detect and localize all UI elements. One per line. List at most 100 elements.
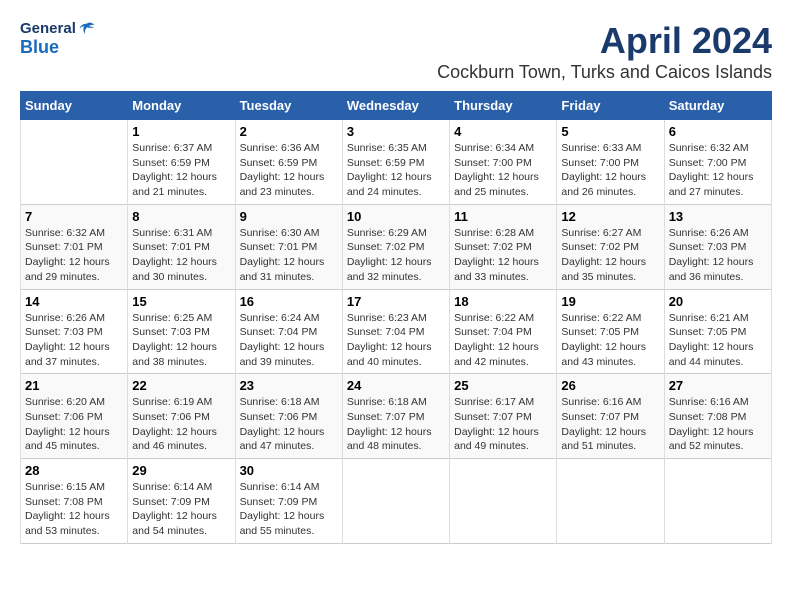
day-info: Sunrise: 6:35 AM Sunset: 6:59 PM Dayligh… — [347, 141, 445, 200]
day-info: Sunrise: 6:26 AM Sunset: 7:03 PM Dayligh… — [25, 311, 123, 370]
calendar-cell: 13Sunrise: 6:26 AM Sunset: 7:03 PM Dayli… — [664, 204, 771, 289]
calendar-cell: 16 Sunrise: 6:24 AM Sunset: 7:04 PM Dayli… — [235, 289, 342, 374]
day-number: 12 — [561, 209, 659, 224]
day-header-tuesday: Tuesday — [235, 92, 342, 120]
calendar-cell: 4 Sunrise: 6:34 AM Sunset: 7:00 PM Daylig… — [450, 120, 557, 205]
calendar-cell: 2 Sunrise: 6:36 AM Sunset: 6:59 PM Daylig… — [235, 120, 342, 205]
day-number: 17 — [347, 294, 445, 309]
calendar-cell: 3 Sunrise: 6:35 AM Sunset: 6:59 PM Daylig… — [342, 120, 449, 205]
week-row-1: 1Sunrise: 6:37 AM Sunset: 6:59 PM Daylig… — [21, 120, 772, 205]
day-header-saturday: Saturday — [664, 92, 771, 120]
logo: General Blue — [20, 20, 96, 58]
day-info: Sunrise: 6:30 AM Sunset: 7:01 PM Dayligh… — [240, 226, 338, 285]
calendar-cell: 27 Sunrise: 6:16 AM Sunset: 7:08 PM Dayli… — [664, 374, 771, 459]
month-year-title: April 2024 — [437, 20, 772, 62]
day-number: 10 — [347, 209, 445, 224]
day-number: 25 — [454, 378, 552, 393]
day-info: Sunrise: 6:21 AM Sunset: 7:05 PM Dayligh… — [669, 311, 767, 370]
day-info: Sunrise: 6:33 AM Sunset: 7:00 PM Dayligh… — [561, 141, 659, 200]
day-number: 24 — [347, 378, 445, 393]
calendar-cell: 9 Sunrise: 6:30 AM Sunset: 7:01 PM Daylig… — [235, 204, 342, 289]
day-number: 27 — [669, 378, 767, 393]
calendar-cell: 8Sunrise: 6:31 AM Sunset: 7:01 PM Daylig… — [128, 204, 235, 289]
calendar-cell: 24 Sunrise: 6:18 AM Sunset: 7:07 PM Dayli… — [342, 374, 449, 459]
day-info: Sunrise: 6:36 AM Sunset: 6:59 PM Dayligh… — [240, 141, 338, 200]
calendar-cell — [450, 459, 557, 544]
day-info: Sunrise: 6:32 AM Sunset: 7:01 PM Dayligh… — [25, 226, 123, 285]
day-number: 9 — [240, 209, 338, 224]
day-number: 2 — [240, 124, 338, 139]
day-info: Sunrise: 6:16 AM Sunset: 7:07 PM Dayligh… — [561, 395, 659, 454]
day-number: 14 — [25, 294, 123, 309]
day-number: 16 — [240, 294, 338, 309]
day-info: Sunrise: 6:29 AM Sunset: 7:02 PM Dayligh… — [347, 226, 445, 285]
calendar-cell: 23 Sunrise: 6:18 AM Sunset: 7:06 PM Dayli… — [235, 374, 342, 459]
day-number: 22 — [132, 378, 230, 393]
calendar-cell — [21, 120, 128, 205]
calendar-cell: 25Sunrise: 6:17 AM Sunset: 7:07 PM Dayli… — [450, 374, 557, 459]
day-number: 5 — [561, 124, 659, 139]
day-info: Sunrise: 6:22 AM Sunset: 7:04 PM Dayligh… — [454, 311, 552, 370]
day-number: 21 — [25, 378, 123, 393]
day-number: 11 — [454, 209, 552, 224]
day-number: 7 — [25, 209, 123, 224]
day-number: 6 — [669, 124, 767, 139]
calendar-body: 1Sunrise: 6:37 AM Sunset: 6:59 PM Daylig… — [21, 120, 772, 544]
days-header-row: SundayMondayTuesdayWednesdayThursdayFrid… — [21, 92, 772, 120]
day-number: 3 — [347, 124, 445, 139]
day-info: Sunrise: 6:19 AM Sunset: 7:06 PM Dayligh… — [132, 395, 230, 454]
calendar-cell: 22 Sunrise: 6:19 AM Sunset: 7:06 PM Dayli… — [128, 374, 235, 459]
day-header-sunday: Sunday — [21, 92, 128, 120]
day-number: 28 — [25, 463, 123, 478]
calendar-cell: 28 Sunrise: 6:15 AM Sunset: 7:08 PM Dayli… — [21, 459, 128, 544]
calendar-table: SundayMondayTuesdayWednesdayThursdayFrid… — [20, 91, 772, 544]
day-number: 4 — [454, 124, 552, 139]
calendar-cell: 1Sunrise: 6:37 AM Sunset: 6:59 PM Daylig… — [128, 120, 235, 205]
calendar-cell: 11 Sunrise: 6:28 AM Sunset: 7:02 PM Dayli… — [450, 204, 557, 289]
week-row-5: 28 Sunrise: 6:15 AM Sunset: 7:08 PM Dayli… — [21, 459, 772, 544]
day-info: Sunrise: 6:32 AM Sunset: 7:00 PM Dayligh… — [669, 141, 767, 200]
day-info: Sunrise: 6:37 AM Sunset: 6:59 PM Dayligh… — [132, 141, 230, 200]
calendar-cell — [342, 459, 449, 544]
week-row-4: 21 Sunrise: 6:20 AM Sunset: 7:06 PM Dayli… — [21, 374, 772, 459]
calendar-cell: 15 Sunrise: 6:25 AM Sunset: 7:03 PM Dayli… — [128, 289, 235, 374]
calendar-cell: 14 Sunrise: 6:26 AM Sunset: 7:03 PM Dayli… — [21, 289, 128, 374]
day-header-thursday: Thursday — [450, 92, 557, 120]
day-info: Sunrise: 6:22 AM Sunset: 7:05 PM Dayligh… — [561, 311, 659, 370]
day-number: 15 — [132, 294, 230, 309]
day-info: Sunrise: 6:27 AM Sunset: 7:02 PM Dayligh… — [561, 226, 659, 285]
calendar-cell: 6 Sunrise: 6:32 AM Sunset: 7:00 PM Daylig… — [664, 120, 771, 205]
calendar-cell: 29Sunrise: 6:14 AM Sunset: 7:09 PM Dayli… — [128, 459, 235, 544]
day-info: Sunrise: 6:15 AM Sunset: 7:08 PM Dayligh… — [25, 480, 123, 539]
calendar-cell: 5 Sunrise: 6:33 AM Sunset: 7:00 PM Daylig… — [557, 120, 664, 205]
day-number: 26 — [561, 378, 659, 393]
day-header-monday: Monday — [128, 92, 235, 120]
day-number: 30 — [240, 463, 338, 478]
day-info: Sunrise: 6:16 AM Sunset: 7:08 PM Dayligh… — [669, 395, 767, 454]
location-subtitle: Cockburn Town, Turks and Caicos Islands — [437, 62, 772, 83]
page-header: General Blue April 2024 Cockburn Town, T… — [20, 20, 772, 83]
day-info: Sunrise: 6:34 AM Sunset: 7:00 PM Dayligh… — [454, 141, 552, 200]
calendar-cell: 20Sunrise: 6:21 AM Sunset: 7:05 PM Dayli… — [664, 289, 771, 374]
calendar-cell: 19Sunrise: 6:22 AM Sunset: 7:05 PM Dayli… — [557, 289, 664, 374]
calendar-cell: 18Sunrise: 6:22 AM Sunset: 7:04 PM Dayli… — [450, 289, 557, 374]
week-row-3: 14 Sunrise: 6:26 AM Sunset: 7:03 PM Dayli… — [21, 289, 772, 374]
calendar-header: SundayMondayTuesdayWednesdayThursdayFrid… — [21, 92, 772, 120]
day-info: Sunrise: 6:24 AM Sunset: 7:04 PM Dayligh… — [240, 311, 338, 370]
week-row-2: 7 Sunrise: 6:32 AM Sunset: 7:01 PM Daylig… — [21, 204, 772, 289]
calendar-cell: 30 Sunrise: 6:14 AM Sunset: 7:09 PM Dayli… — [235, 459, 342, 544]
day-number: 13 — [669, 209, 767, 224]
day-number: 23 — [240, 378, 338, 393]
day-info: Sunrise: 6:20 AM Sunset: 7:06 PM Dayligh… — [25, 395, 123, 454]
title-block: April 2024 Cockburn Town, Turks and Caic… — [437, 20, 772, 83]
day-info: Sunrise: 6:14 AM Sunset: 7:09 PM Dayligh… — [240, 480, 338, 539]
calendar-cell: 7 Sunrise: 6:32 AM Sunset: 7:01 PM Daylig… — [21, 204, 128, 289]
day-info: Sunrise: 6:28 AM Sunset: 7:02 PM Dayligh… — [454, 226, 552, 285]
logo-blue-text: Blue — [20, 38, 96, 58]
day-info: Sunrise: 6:18 AM Sunset: 7:07 PM Dayligh… — [347, 395, 445, 454]
calendar-cell: 12 Sunrise: 6:27 AM Sunset: 7:02 PM Dayli… — [557, 204, 664, 289]
logo-general-text: General — [20, 21, 76, 38]
day-info: Sunrise: 6:25 AM Sunset: 7:03 PM Dayligh… — [132, 311, 230, 370]
day-info: Sunrise: 6:18 AM Sunset: 7:06 PM Dayligh… — [240, 395, 338, 454]
calendar-cell — [664, 459, 771, 544]
